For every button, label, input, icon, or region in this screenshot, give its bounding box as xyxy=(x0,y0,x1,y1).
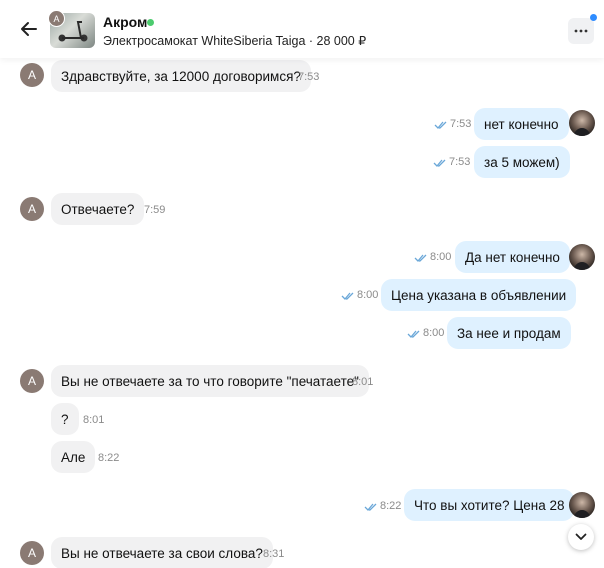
message-time: 7:59 xyxy=(144,204,166,216)
more-options-button[interactable] xyxy=(568,18,594,44)
read-receipt-icon xyxy=(407,330,420,338)
message-bubble-incoming[interactable]: Здравствуйте, за 12000 договоримся? xyxy=(51,60,311,92)
message-bubble-incoming[interactable]: Отвечаете? xyxy=(51,193,145,225)
contact-avatar: A xyxy=(20,369,44,393)
contact-avatar: A xyxy=(20,197,44,221)
message-time: 8:00 xyxy=(357,289,379,301)
read-receipt-icon xyxy=(433,159,446,167)
message-bubble-outgoing[interactable]: Что вы хотите? Цена 28 xyxy=(404,489,575,521)
message-time: 7:53 xyxy=(450,118,472,130)
online-status-indicator xyxy=(147,19,154,26)
message-time: 8:00 xyxy=(423,327,445,339)
message-time: 7:53 xyxy=(298,71,320,83)
message-bubble-outgoing[interactable]: Цена указана в объявлении xyxy=(381,279,577,311)
user-avatar xyxy=(569,244,595,270)
scroll-to-bottom-button[interactable] xyxy=(568,524,594,550)
contact-avatar: A xyxy=(20,541,44,565)
contact-name[interactable]: Акром xyxy=(103,14,147,30)
message-bubble-outgoing[interactable]: нет конечно xyxy=(474,108,569,140)
read-receipt-icon xyxy=(414,254,427,262)
message-time: 8:31 xyxy=(263,548,285,560)
chat-header: A Акром Электросамокат WhiteSiberia Taig… xyxy=(0,0,604,58)
message-time: 7:53 xyxy=(449,156,471,168)
message-bubble-outgoing[interactable]: За нее и продам xyxy=(447,317,571,349)
message-bubble-incoming[interactable]: Вы не отвечаете за свои слова? xyxy=(51,537,273,568)
message-bubble-incoming[interactable]: Але xyxy=(51,441,96,473)
read-receipt-icon xyxy=(434,121,447,129)
message-time: 8:22 xyxy=(380,500,402,512)
message-bubble-outgoing[interactable]: Да нет конечно xyxy=(455,241,570,273)
read-receipt-icon xyxy=(364,503,377,511)
notification-badge xyxy=(590,14,597,21)
message-time: 8:22 xyxy=(98,452,120,464)
chevron-down-icon xyxy=(575,533,587,540)
user-avatar xyxy=(569,110,595,136)
more-horizontal-icon xyxy=(574,29,588,33)
user-avatar xyxy=(569,492,595,518)
message-time: 8:01 xyxy=(352,376,374,388)
message-time: 8:00 xyxy=(430,251,452,263)
read-receipt-icon xyxy=(341,292,354,300)
message-bubble-outgoing[interactable]: за 5 можем) xyxy=(474,146,570,178)
message-bubble-incoming[interactable]: Вы не отвечаете за то что говорите "печа… xyxy=(51,365,369,397)
contact-avatar: A xyxy=(20,63,44,87)
message-time: 8:01 xyxy=(83,414,105,426)
back-arrow-icon[interactable] xyxy=(18,18,40,40)
message-bubble-incoming[interactable]: ? xyxy=(51,403,79,435)
contact-mini-avatar: A xyxy=(48,10,65,27)
listing-title[interactable]: Электросамокат WhiteSiberia Taiga · 28 0… xyxy=(103,33,366,48)
